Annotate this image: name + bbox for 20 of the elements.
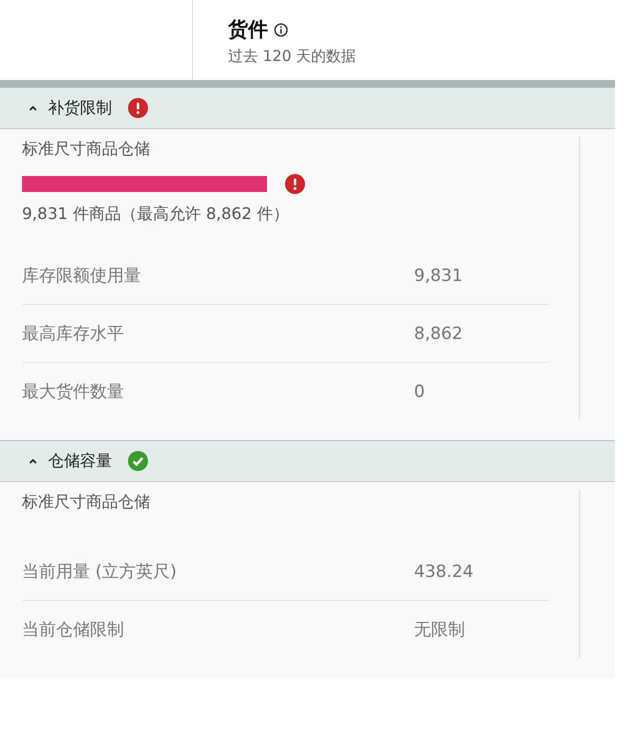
- metric-label: 当前用量 (立方英尺): [22, 561, 178, 583]
- metric-label: 最高库存水平: [22, 323, 125, 345]
- metric-value: 0: [414, 382, 425, 402]
- usage-caption: 9,831 件商品（最高允许 8,862 件）: [22, 204, 290, 225]
- chevron-icon[interactable]: [28, 457, 38, 465]
- metric-label: 库存限额使用量: [22, 265, 142, 287]
- section-header[interactable]: 仓储容量: [0, 440, 615, 482]
- metric-value: 无限制: [414, 619, 465, 641]
- metric-label: 当前仓储限制: [22, 619, 125, 641]
- section-subtitle: 标准尺寸商品仓储: [22, 139, 151, 160]
- info-icon[interactable]: [274, 22, 288, 36]
- page-subtitle: 过去 120 天的数据: [228, 47, 356, 66]
- page-title: 货件: [228, 16, 268, 43]
- metric-value: 438.24: [414, 562, 474, 582]
- chevron-icon[interactable]: [28, 104, 38, 112]
- section-subtitle: 标准尺寸商品仓储: [22, 492, 151, 513]
- metric-value: 9,831: [414, 266, 463, 286]
- metric-value: 8,862: [414, 324, 463, 344]
- section-header[interactable]: 补货限制: [0, 87, 615, 129]
- metric-label: 最大货件数量: [22, 381, 125, 403]
